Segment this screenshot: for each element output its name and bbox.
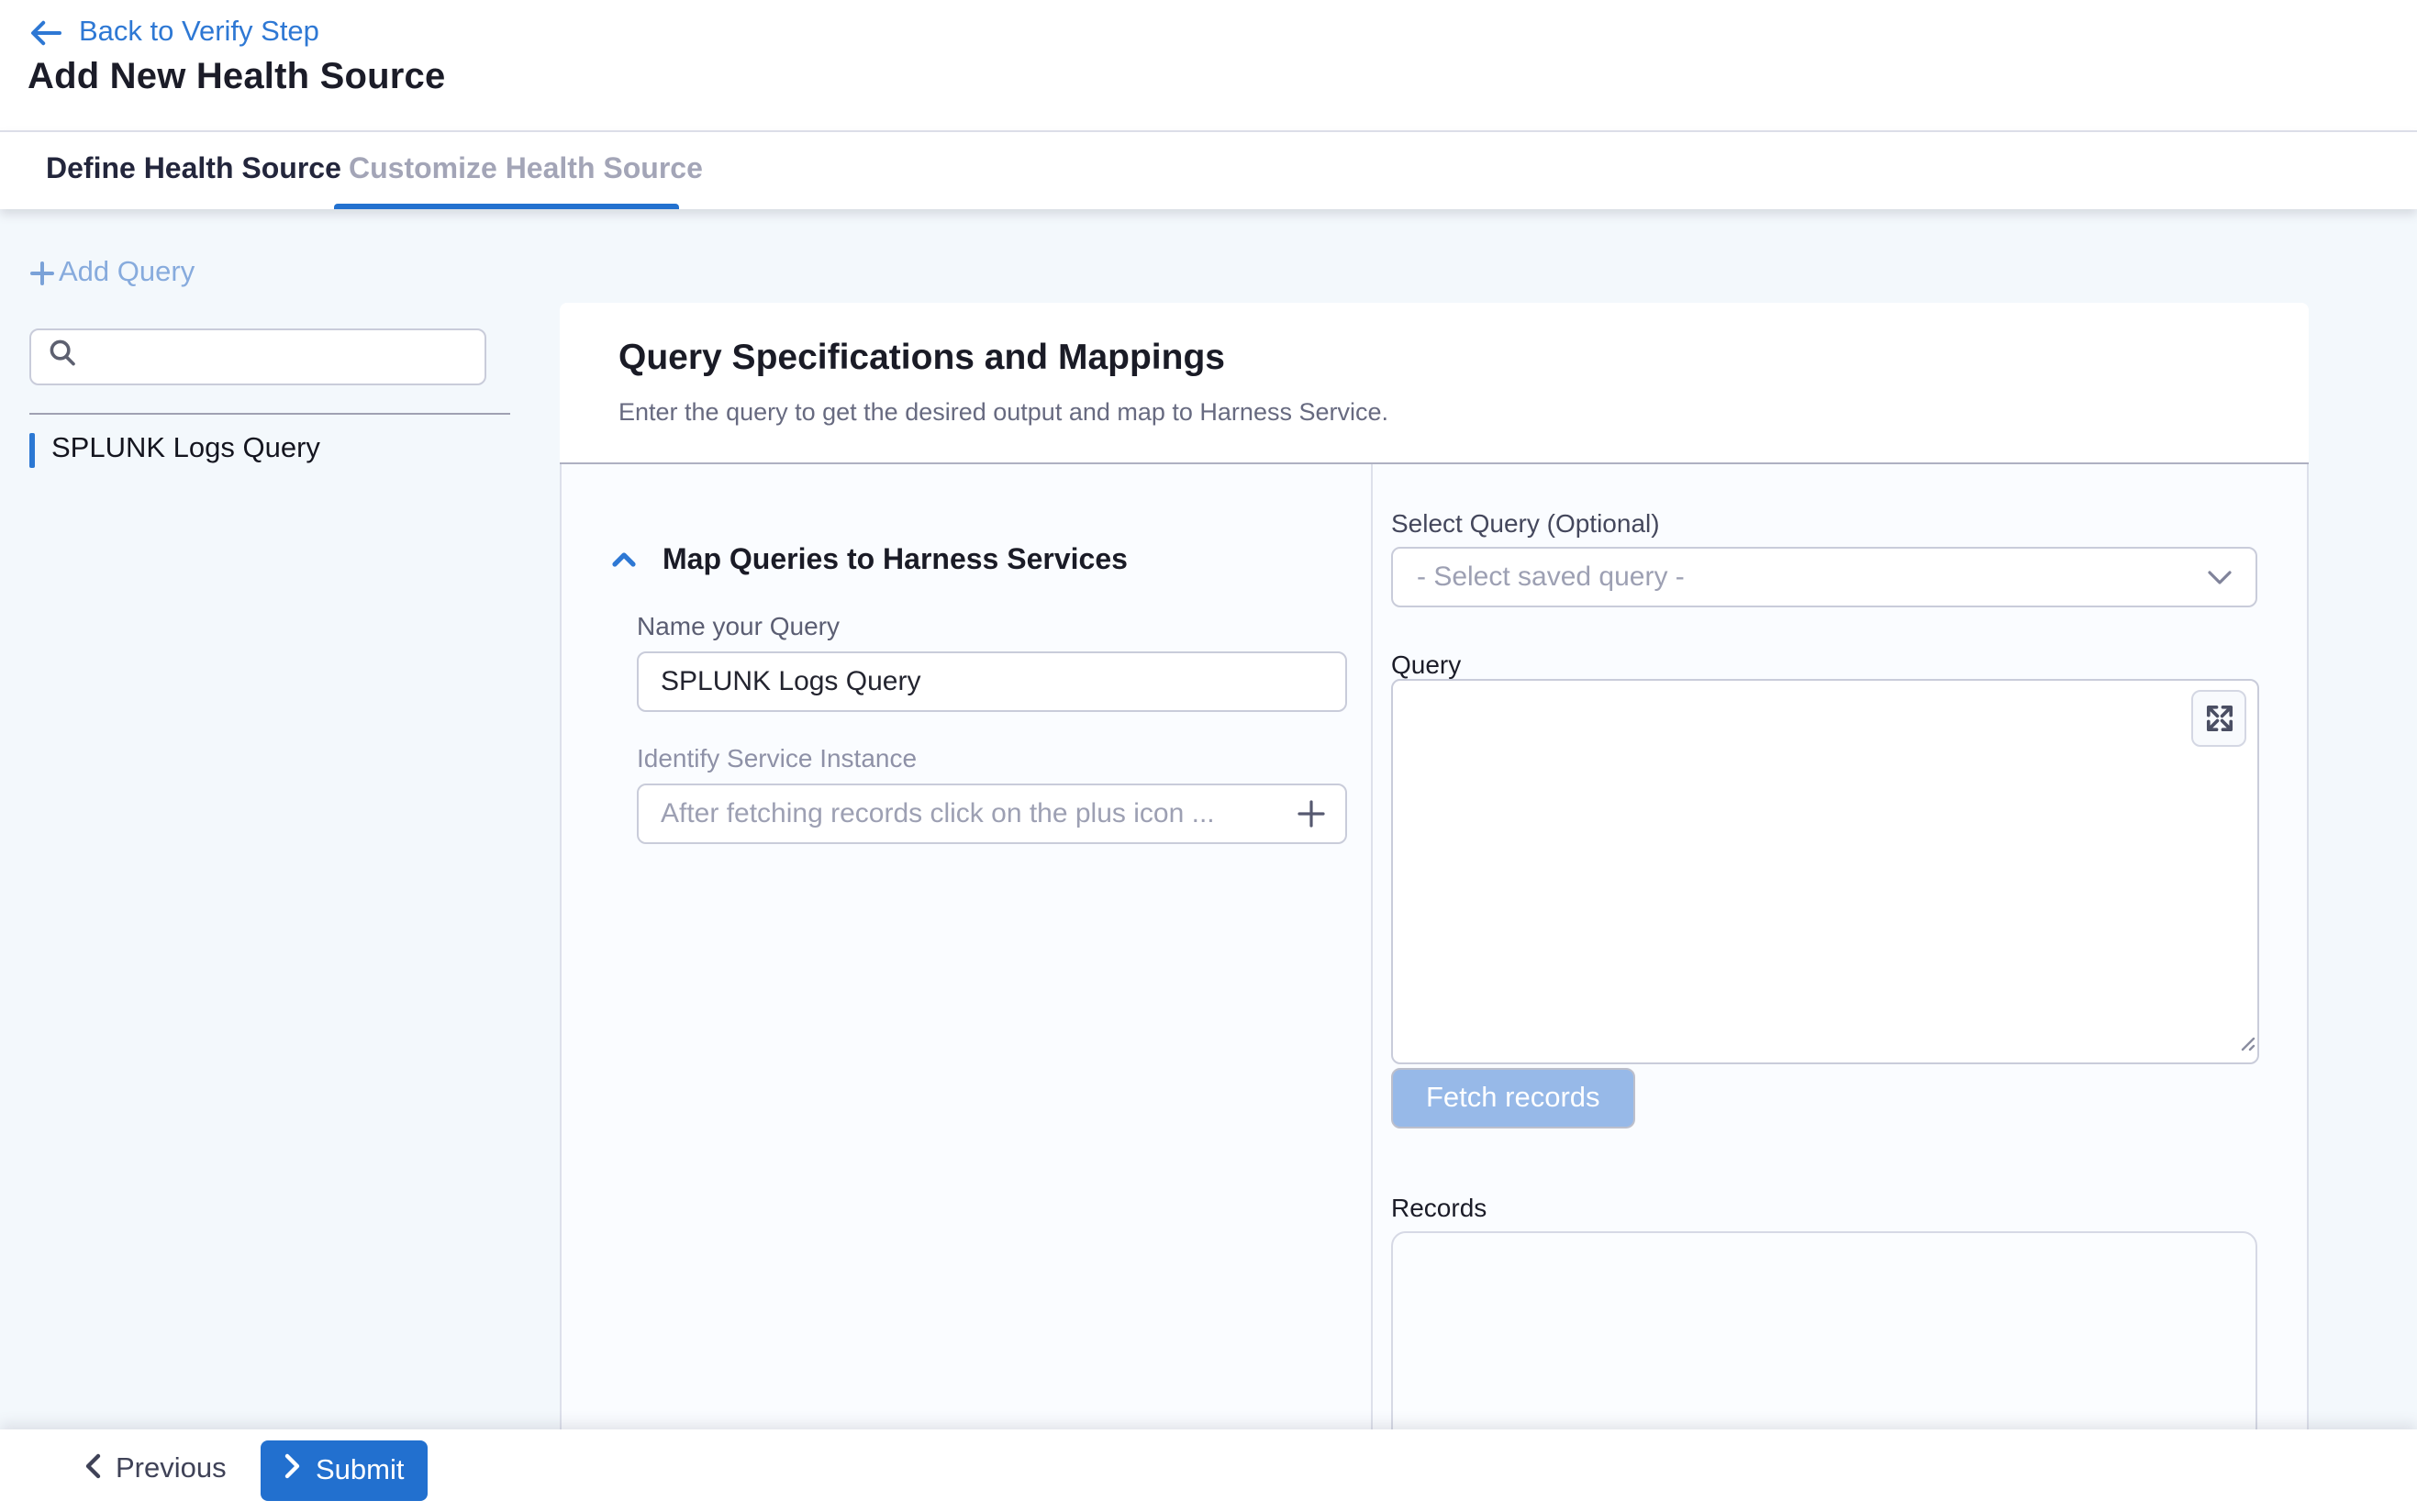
back-to-verify-step-link[interactable]: Back to Verify Step	[29, 17, 319, 50]
chevron-down-icon	[2208, 561, 2232, 594]
previous-button-label: Previous	[116, 1453, 227, 1486]
saved-query-select[interactable]: - Select saved query -	[1391, 547, 2257, 607]
query-name-input[interactable]	[637, 651, 1347, 712]
card-header: Query Specifications and Mappings Enter …	[560, 303, 2309, 464]
query-search-box	[29, 328, 486, 385]
footer-bar: Previous Submit	[0, 1429, 2417, 1512]
previous-button[interactable]: Previous	[73, 1440, 238, 1499]
add-query-button[interactable]: Add Query	[29, 257, 195, 290]
tab-bar: Define Health Source Customize Health So…	[0, 130, 2417, 209]
sidebar-divider	[29, 413, 510, 415]
chevron-up-icon	[611, 545, 637, 578]
query-label: Query	[1391, 650, 1461, 679]
expand-icon	[2205, 705, 2233, 732]
resize-handle[interactable]	[2237, 1028, 2255, 1061]
arrow-left-icon	[29, 20, 62, 46]
query-item-label: SPLUNK Logs Query	[51, 433, 320, 466]
card-body: Map Queries to Harness Services Name you…	[560, 464, 2309, 1429]
identify-service-instance-label: Identify Service Instance	[637, 743, 917, 773]
records-label: Records	[1391, 1193, 1487, 1222]
submit-button-label: Submit	[316, 1454, 405, 1487]
service-instance-input[interactable]	[637, 784, 1347, 844]
add-service-instance-plus-button[interactable]	[1290, 789, 1331, 837]
expand-query-button[interactable]	[2191, 690, 2246, 747]
records-panel	[1391, 1231, 2257, 1429]
column-divider	[1371, 464, 1373, 1429]
map-queries-heading: Map Queries to Harness Services	[663, 545, 1128, 578]
select-query-label: Select Query (Optional)	[1391, 508, 1660, 538]
query-textarea[interactable]	[1391, 679, 2259, 1064]
collapse-section-toggle[interactable]	[606, 543, 642, 580]
sidebar-item-splunk-logs-query[interactable]: SPLUNK Logs Query	[29, 431, 320, 468]
app-root: Back to Verify Step Add New Health Sourc…	[0, 0, 2417, 1512]
page-header: Back to Verify Step Add New Health Sourc…	[0, 0, 2417, 130]
query-spec-card: Query Specifications and Mappings Enter …	[560, 303, 2309, 1429]
search-icon	[48, 338, 77, 376]
tab-customize-health-source[interactable]: Customize Health Source	[349, 132, 703, 209]
search-input[interactable]	[90, 340, 468, 373]
plus-icon	[29, 261, 55, 286]
tab-define-health-source[interactable]: Define Health Source	[46, 132, 341, 209]
card-subtitle: Enter the query to get the desired outpu…	[618, 398, 1388, 426]
active-tab-underline	[334, 203, 679, 209]
saved-query-select-value: - Select saved query -	[1417, 561, 1685, 593]
add-query-label: Add Query	[59, 257, 195, 290]
submit-button[interactable]: Submit	[261, 1440, 429, 1501]
card-title: Query Specifications and Mappings	[618, 338, 1225, 380]
fetch-records-button[interactable]: Fetch records	[1391, 1068, 1635, 1128]
page-title: Add New Health Source	[28, 57, 445, 99]
chevron-right-icon	[284, 1453, 301, 1488]
content-area: Add Query SPLUNK Logs Query Query Specif…	[0, 207, 2417, 1429]
chevron-left-icon	[84, 1452, 101, 1487]
selected-indicator-bar	[29, 432, 35, 467]
service-instance-field	[637, 784, 1347, 844]
name-your-query-label: Name your Query	[637, 611, 840, 640]
query-editor	[1391, 679, 2259, 1064]
back-link-label: Back to Verify Step	[79, 17, 319, 50]
